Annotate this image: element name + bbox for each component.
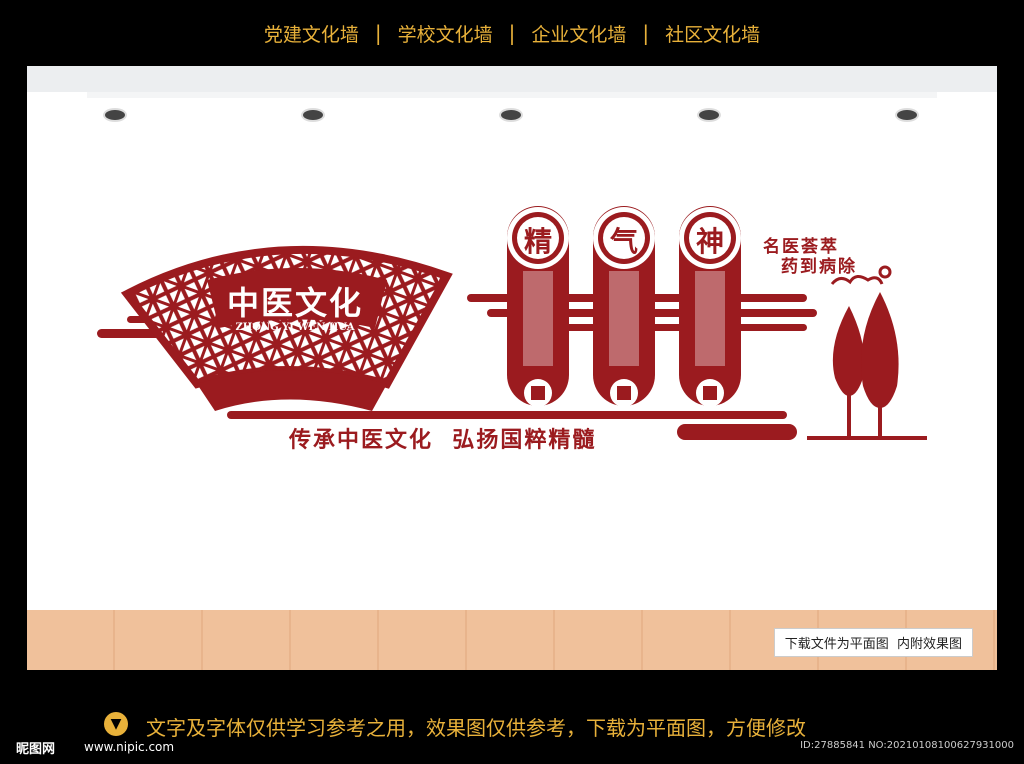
room-scene: 中医文化 ZHONG YI WEN HUA 精 气 神 名医荟萃 药到病除 传承… xyxy=(27,66,997,670)
nav-item-party[interactable]: 党建文化墙 xyxy=(248,20,375,47)
footer-notice: 文字及字体仅供学习参考之用，效果图仅供参考，下载为平面图，方便修改 xyxy=(146,716,806,740)
site-logo[interactable]: 昵图网 xyxy=(16,738,55,757)
fan-title: 中医文化 xyxy=(226,284,363,322)
overlay-note: 下载文件为平面图 内附效果图 xyxy=(773,628,973,657)
nav-separator: | xyxy=(642,21,650,45)
nav-separator: | xyxy=(508,21,516,45)
image-id-line: ID:27885841 NO:20210108100627931000 xyxy=(800,740,1014,751)
tree-icon xyxy=(832,292,899,440)
nav-item-company[interactable]: 企业文化墙 xyxy=(515,20,642,47)
pillar-char-jing: 精 xyxy=(523,225,552,258)
fan-subtitle: ZHONG YI WEN HUA xyxy=(235,322,355,333)
side-text-line2: 药到病除 xyxy=(781,257,857,277)
site-url[interactable]: www.nipic.com xyxy=(84,740,174,754)
nav-separator: | xyxy=(374,21,382,45)
nav-item-community[interactable]: 社区文化墙 xyxy=(649,20,776,47)
slogan: 传承中医文化 弘扬国粹精髓 xyxy=(289,428,597,453)
pillar-char-shen: 神 xyxy=(695,225,724,258)
chevron-down-icon: ▼ xyxy=(104,712,128,736)
culture-wall-artwork xyxy=(97,206,927,440)
top-nav: 党建文化墙 | 学校文化墙 | 企业文化墙 | 社区文化墙 xyxy=(0,0,1024,66)
nav-item-school[interactable]: 学校文化墙 xyxy=(382,20,509,47)
pillar-char-qi: 气 xyxy=(609,225,638,258)
